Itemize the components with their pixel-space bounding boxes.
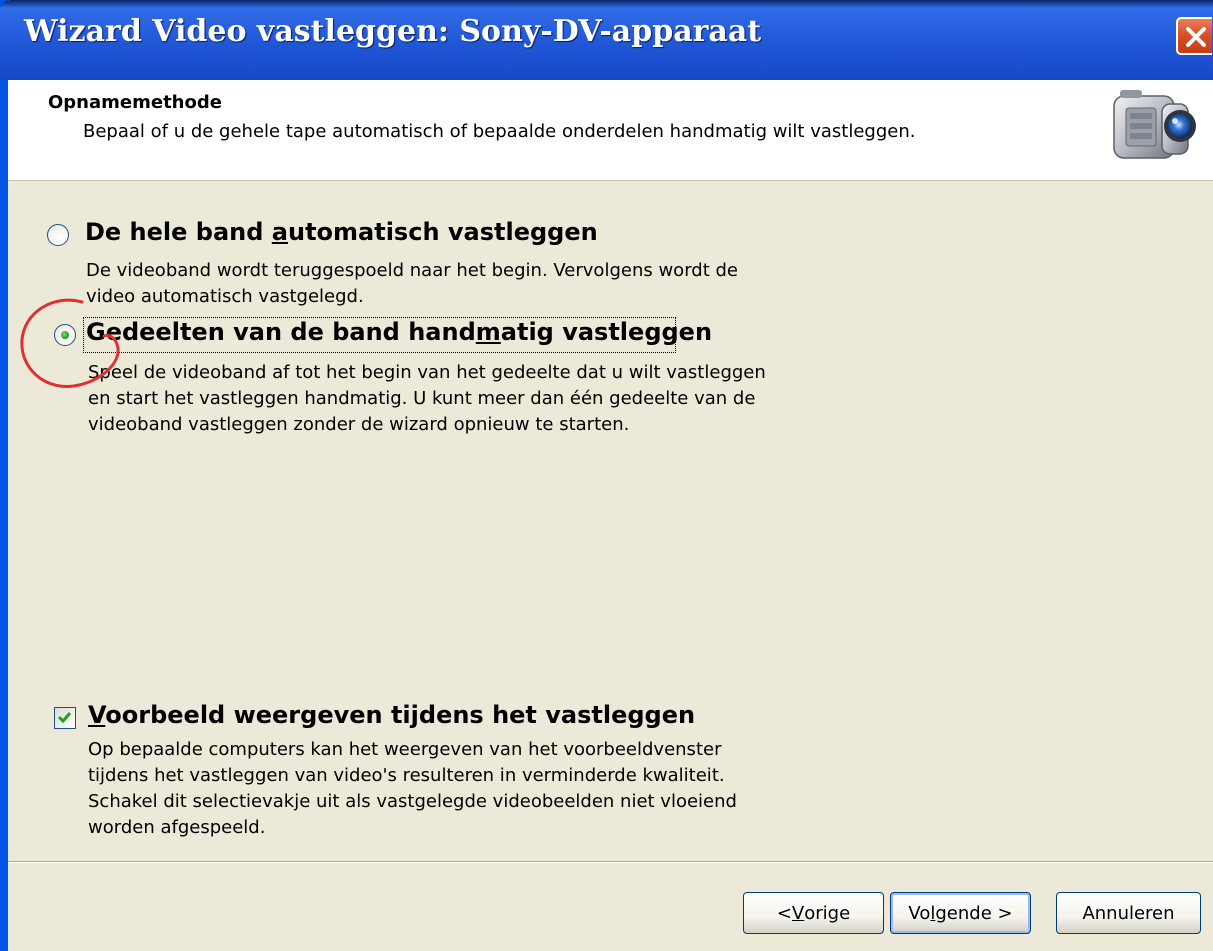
window-title: Wizard Video vastleggen: Sony-DV-apparaa… <box>24 14 762 49</box>
description-line: en start het vastleggen handmatig. U kun… <box>88 388 756 409</box>
radio-automatic[interactable] <box>47 224 69 246</box>
preview-checkbox-label[interactable]: Voorbeeld weergeven tijdens het vastlegg… <box>88 701 695 729</box>
description-line: worden afgespeeld. <box>88 817 266 838</box>
description-line: tijdens het vastleggen van video's resul… <box>88 765 725 786</box>
close-button[interactable] <box>1176 17 1212 55</box>
option-manual-description: Speel de videoband af tot het begin van … <box>88 360 766 438</box>
close-icon <box>1186 27 1206 47</box>
wizard-content: De hele band automatisch vastleggen De v… <box>8 181 1213 861</box>
page-title: Opnamemethode <box>48 92 222 113</box>
wizard-window: Wizard Video vastleggen: Sony-DV-apparaa… <box>0 0 1213 951</box>
checkmark-icon <box>57 712 72 724</box>
option-automatic-label[interactable]: De hele band automatisch vastleggen <box>85 218 598 246</box>
description-line: Speel de videoband af tot het begin van … <box>88 362 766 383</box>
back-button[interactable]: < Vorige <box>743 892 884 934</box>
description-line: Op bepaalde computers kan het weergeven … <box>88 739 722 760</box>
option-automatic-description: De videoband wordt teruggespoeld naar he… <box>86 258 738 310</box>
page-subtitle: Bepaal of u de gehele tape automatisch o… <box>83 121 916 142</box>
preview-description: Op bepaalde computers kan het weergeven … <box>88 737 737 841</box>
description-line: Schakel dit selectievakje uit als vastge… <box>88 791 737 812</box>
description-line: videoband vastleggen zonder de wizard op… <box>88 414 630 435</box>
wizard-header: Opnamemethode Bepaal of u de gehele tape… <box>8 80 1213 181</box>
camcorder-icon <box>1113 90 1196 159</box>
description-line: De videoband wordt teruggespoeld naar he… <box>86 260 738 281</box>
option-manual-label[interactable]: Gedeelten van de band handmatig vastlegg… <box>86 318 712 346</box>
title-bar[interactable]: Wizard Video vastleggen: Sony-DV-apparaa… <box>0 0 1213 80</box>
next-button[interactable]: Vo l gende > <box>890 892 1031 934</box>
cancel-button[interactable]: Annuleren <box>1056 892 1201 934</box>
description-line: video automatisch vastgelegd. <box>86 286 364 307</box>
button-separator <box>8 861 1213 863</box>
preview-checkbox[interactable] <box>54 707 76 729</box>
annotation-circle <box>20 298 120 388</box>
